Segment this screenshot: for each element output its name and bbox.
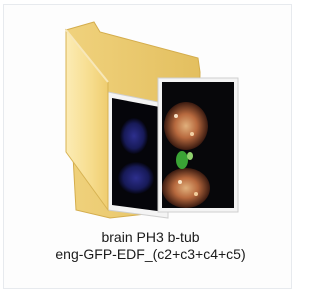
thumbnail-image-2 [157,77,239,213]
file-name-line2: eng-GFP-EDF_(c2+c3+c4+c5) [55,246,246,262]
file-name-line1: brain PH3 b-tub [101,229,200,245]
folder-icon[interactable] [48,12,248,222]
file-name-label[interactable]: brain PH3 b-tub eng-GFP-EDF_(c2+c3+c4+c5… [0,229,301,263]
